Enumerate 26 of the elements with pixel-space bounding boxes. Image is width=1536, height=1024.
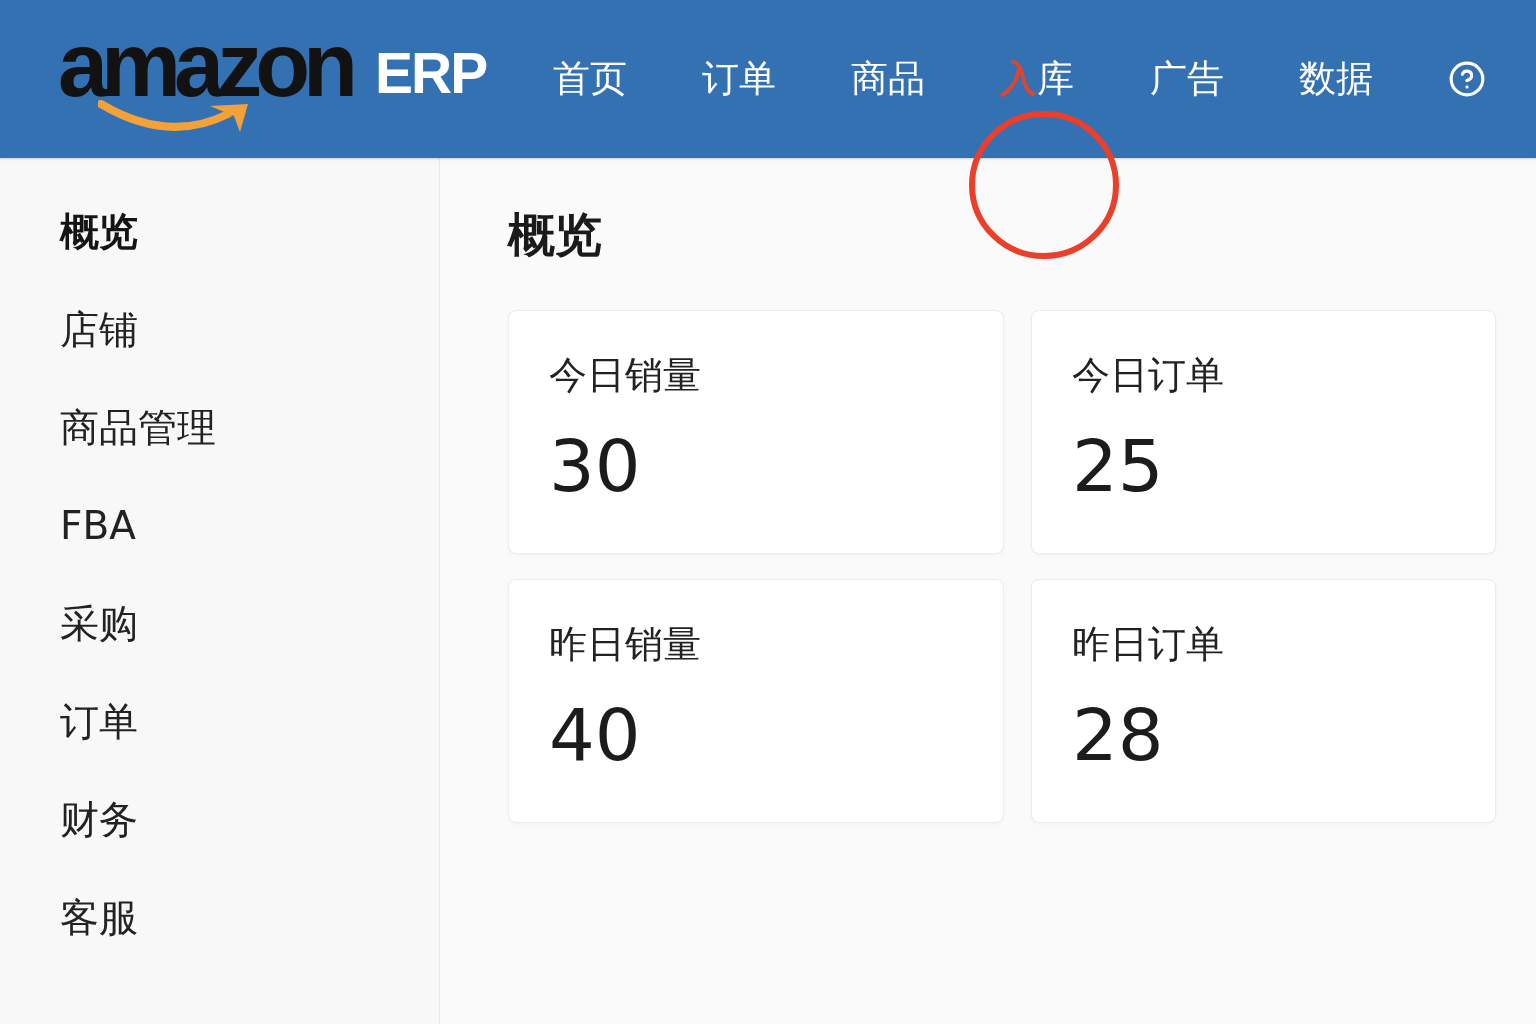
sidebar-item[interactable]: FBA <box>60 502 136 550</box>
sidebar-item[interactable]: 采购 <box>60 600 138 648</box>
nav-link[interactable]: 数据 <box>1298 56 1373 102</box>
help-icon[interactable] <box>1447 60 1486 98</box>
stat-label: 昨日销量 <box>549 621 701 667</box>
logo-wordmark: amazon <box>58 24 352 106</box>
stat-label: 今日订单 <box>1072 352 1224 398</box>
sidebar-item[interactable]: 财务 <box>60 796 138 844</box>
sidebar-item[interactable]: 商品管理 <box>60 404 216 452</box>
stat-label: 今日销量 <box>549 352 701 398</box>
page-title: 概览 <box>508 206 602 264</box>
sidebar-item[interactable]: 客服 <box>60 894 138 942</box>
stat-value: 25 <box>1072 430 1164 502</box>
stat-value: 40 <box>549 699 641 771</box>
nav-link[interactable]: 入库 <box>1000 56 1075 102</box>
nav-link[interactable]: 广告 <box>1149 56 1224 102</box>
stat-value: 28 <box>1072 699 1164 771</box>
nav-link[interactable]: 订单 <box>702 56 777 102</box>
nav-link[interactable]: 首页 <box>553 56 627 102</box>
product-name: ERP <box>375 44 487 102</box>
sidebar-item[interactable]: 订单 <box>60 698 138 746</box>
nav-link[interactable]: 商品 <box>851 56 926 102</box>
stat-label: 昨日订单 <box>1072 621 1224 667</box>
sidebar-item[interactable]: 概览 <box>60 208 138 256</box>
sidebar-item[interactable]: 店铺 <box>60 306 138 354</box>
stat-value: 30 <box>549 430 641 502</box>
